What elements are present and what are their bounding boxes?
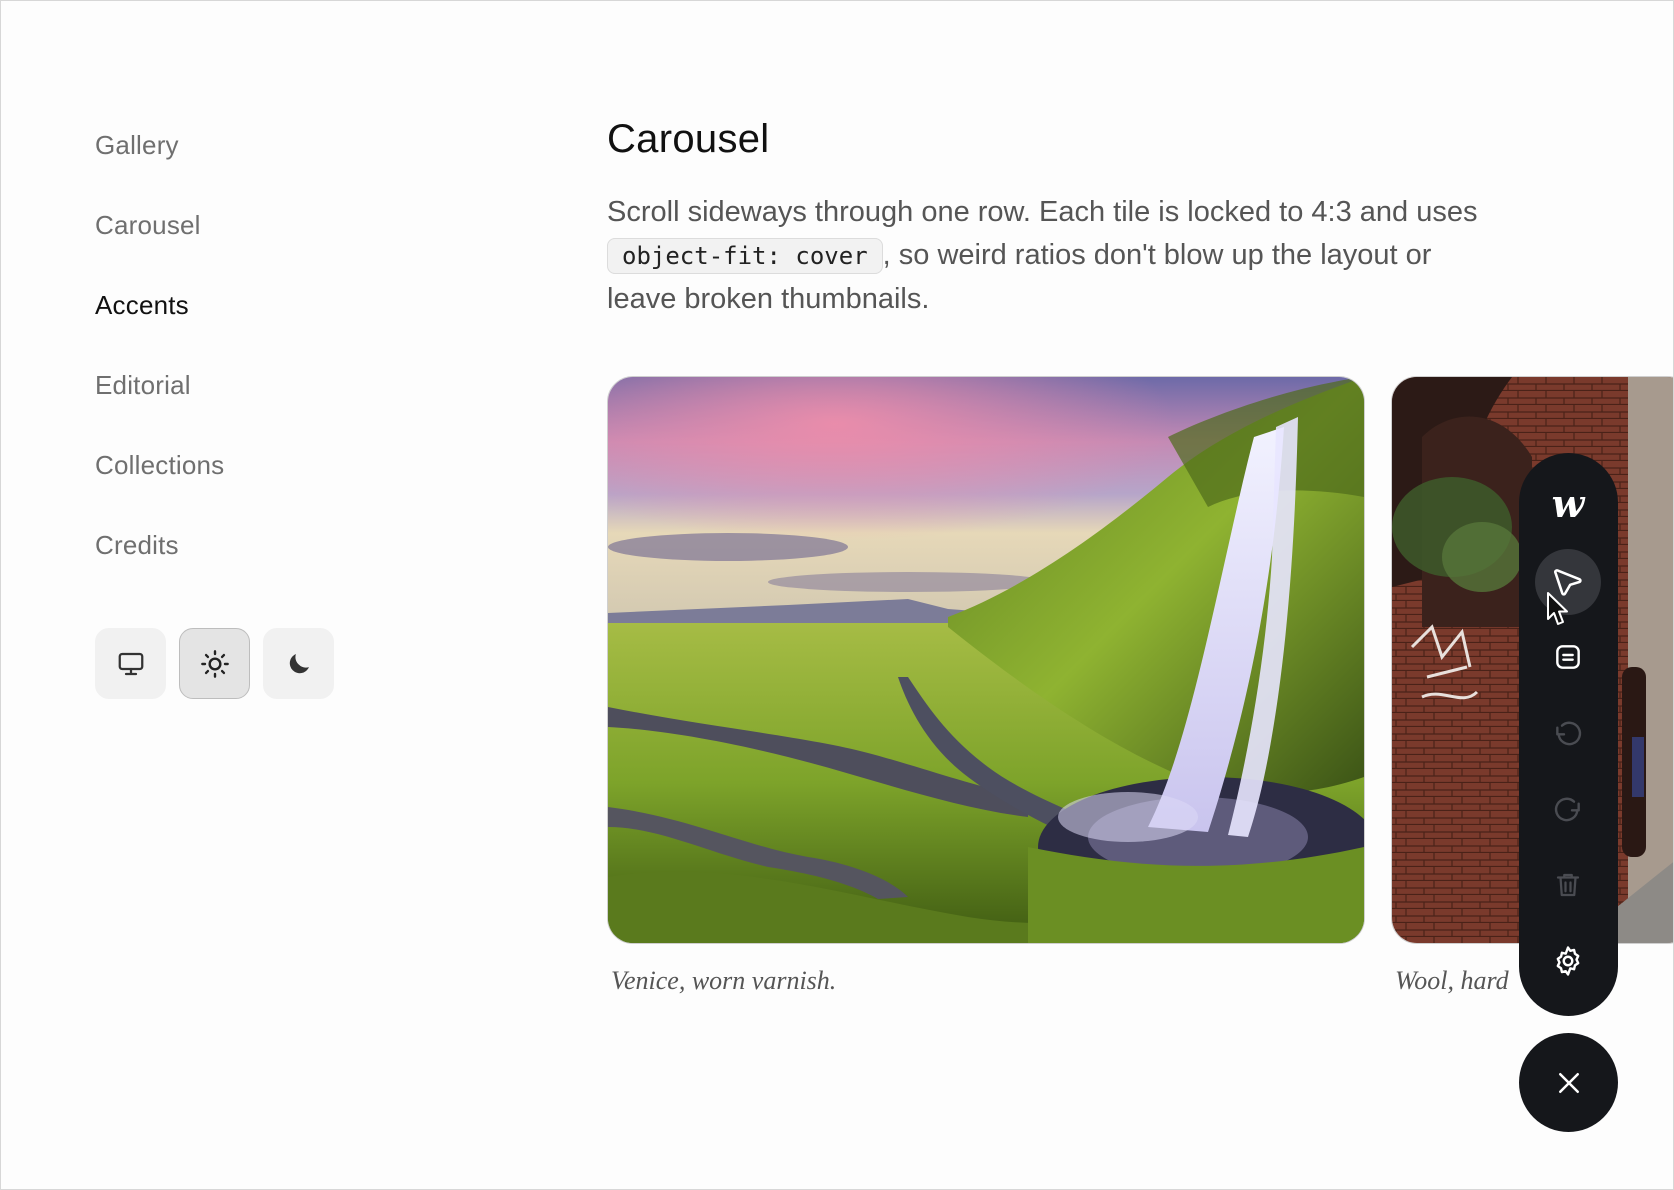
sidebar-item-collections[interactable]: Collections — [95, 443, 455, 523]
sidebar-item-editorial[interactable]: Editorial — [95, 363, 455, 443]
moon-icon — [289, 653, 309, 673]
waterfall-landscape-image — [607, 376, 1365, 944]
mouse-cursor-icon — [1547, 592, 1568, 625]
sidebar-nav: Gallery Carousel Accents Editorial Colle… — [95, 123, 455, 603]
undo-button[interactable] — [1535, 700, 1601, 766]
theme-switcher — [95, 628, 334, 699]
theme-light-button[interactable] — [179, 628, 250, 699]
trash-icon — [1556, 873, 1580, 897]
carousel-track[interactable]: Venice, worn varnish. Wool, hard — [607, 376, 1673, 1016]
logo-icon: w — [1551, 481, 1585, 526]
monitor-icon — [118, 652, 143, 675]
close-toolbar-button[interactable] — [1519, 1033, 1618, 1132]
sidebar-item-accents[interactable]: Accents — [95, 283, 455, 363]
notes-icon — [1556, 645, 1580, 669]
sidebar-item-gallery[interactable]: Gallery — [95, 123, 455, 203]
settings-icon — [1556, 946, 1580, 976]
main-content: Carousel Scroll sideways through one row… — [607, 111, 1617, 350]
sun-icon — [200, 649, 229, 678]
app-window: Gallery Carousel Accents Editorial Colle… — [0, 0, 1674, 1190]
floating-toolbar: w — [1519, 453, 1618, 1016]
notes-button[interactable] — [1535, 624, 1601, 690]
theme-dark-button[interactable] — [263, 628, 334, 699]
redo-icon — [1554, 797, 1580, 822]
close-icon — [1558, 1072, 1579, 1093]
delete-button[interactable] — [1535, 852, 1601, 918]
carousel-tile[interactable]: Venice, worn varnish. — [607, 376, 1365, 996]
page-title: Carousel — [607, 117, 770, 161]
intro-text-before: Scroll sideways through one row. Each ti… — [607, 196, 1478, 228]
intro-code-snippet: object-fit: cover — [607, 238, 883, 274]
intro-paragraph: Scroll sideways through one row. Each ti… — [607, 191, 1507, 321]
theme-system-button[interactable] — [95, 628, 166, 699]
tile-caption: Venice, worn varnish. — [611, 966, 837, 995]
undo-icon — [1556, 721, 1582, 746]
sidebar-item-carousel[interactable]: Carousel — [95, 203, 455, 283]
settings-button[interactable] — [1535, 928, 1601, 994]
sidebar-item-credits[interactable]: Credits — [95, 523, 455, 603]
toolbar-logo-button[interactable]: w — [1535, 471, 1601, 537]
redo-button[interactable] — [1535, 776, 1601, 842]
